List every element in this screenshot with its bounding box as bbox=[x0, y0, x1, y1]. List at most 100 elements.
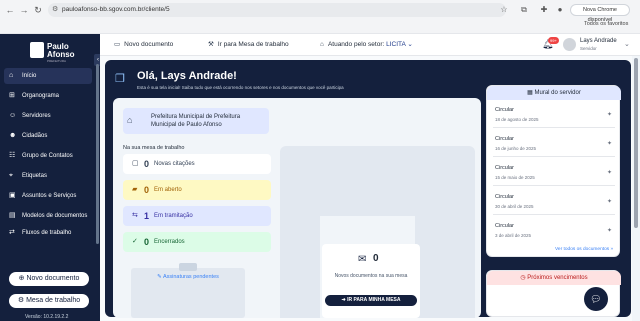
sidebar-item-inicio[interactable]: ⌂ Início bbox=[4, 68, 92, 84]
users-icon: ☺ bbox=[9, 112, 17, 119]
stat-label: Em aberto bbox=[154, 187, 182, 193]
sidebar-item-modelos[interactable]: ▤ Modelos de documentos bbox=[4, 208, 92, 224]
all-bookmarks[interactable]: Todos os favoritos bbox=[584, 21, 628, 27]
stat-label: Novas citações bbox=[154, 161, 195, 167]
pending-signatures-label: Assinaturas pendentes bbox=[162, 274, 219, 280]
mural-item[interactable]: Circular 3 de abril de 2025 ✦ bbox=[493, 220, 615, 244]
sidebar-item-label: Grupo de Contatos bbox=[22, 153, 73, 159]
pin-icon[interactable]: ✦ bbox=[607, 140, 612, 147]
mural-item-title: Circular bbox=[495, 107, 514, 113]
user-menu-chevron-icon[interactable]: ⌄ bbox=[624, 40, 630, 48]
mural-item-date: 16 de junho de 2025 bbox=[495, 146, 537, 151]
star-icon[interactable]: ☆ bbox=[498, 4, 510, 16]
address-bar[interactable]: ⚙ pauloafonso-bb.sgov.com.br/cliente/5 bbox=[48, 3, 506, 17]
sector-selector[interactable]: ⌂ Atuando pelo setor: LICITA ⌄ bbox=[320, 34, 413, 56]
bank-icon: ⌂ bbox=[320, 41, 324, 48]
sidebar-item-label: Cidadãos bbox=[22, 133, 48, 139]
stat-in-progress[interactable]: ⇆ 1 Em tramitação bbox=[123, 206, 271, 226]
sidebar-item-cidadaos[interactable]: ☻ Cidadãos bbox=[4, 128, 92, 144]
user-name[interactable]: Lays Andrade bbox=[580, 38, 617, 44]
clipboard-clip bbox=[179, 263, 197, 271]
forward-icon[interactable]: → bbox=[18, 4, 30, 16]
sector-label: Atuando pelo setor: bbox=[327, 41, 385, 48]
sidebar-item-assuntos[interactable]: ▣ Assuntos e Serviços bbox=[4, 188, 92, 204]
mural-item-date: 15 de maio de 2025 bbox=[495, 175, 535, 180]
mural-item-date: 3 de abril de 2025 bbox=[495, 233, 532, 238]
notification-badge: 99+ bbox=[548, 37, 559, 44]
document-icon: ▤ bbox=[9, 212, 16, 219]
topbar-go-desk[interactable]: ⚒ Ir para Mesa de trabalho bbox=[208, 34, 289, 56]
avatar[interactable] bbox=[563, 38, 576, 51]
sidebar-scrollbar[interactable] bbox=[96, 64, 99, 244]
top-bar: ▭ Novo documento ⚒ Ir para Mesa de trabalh… bbox=[100, 34, 640, 56]
sidebar-item-fluxos[interactable]: ⇄ Fluxos de trabalho bbox=[4, 228, 92, 238]
sidebar-item-label: Assuntos e Serviços bbox=[22, 193, 77, 199]
person-icon: ☻ bbox=[9, 132, 17, 139]
folders-icon: ❐ bbox=[115, 73, 125, 85]
back-icon[interactable]: ← bbox=[4, 4, 16, 16]
mural-item-date: 18 de agosto de 2025 bbox=[495, 117, 539, 122]
puzzle-icon[interactable]: ✚ bbox=[538, 4, 550, 16]
reload-icon[interactable]: ↻ bbox=[32, 4, 44, 16]
mural-item[interactable]: Circular 30 de abril de 2025 ✦ bbox=[493, 191, 615, 215]
new-document-label: Novo documento bbox=[26, 275, 80, 282]
new-document-button[interactable]: ⊕ Novo documento bbox=[9, 272, 89, 286]
logo: Paulo Afonso PREFEITURA bbox=[30, 42, 90, 63]
topbar-new-document[interactable]: ▭ Novo documento bbox=[114, 34, 173, 56]
tag-icon: ⌖ bbox=[9, 172, 13, 179]
mural-item-title: Circular bbox=[495, 136, 514, 142]
new-documents-count: 0 bbox=[373, 253, 379, 264]
new-documents-text: Novos documentos na sua mesa bbox=[334, 273, 408, 279]
browser-toolbar: ← → ↻ ⚙ pauloafonso-bb.sgov.com.br/clien… bbox=[0, 0, 640, 34]
welcome-banner: ❐ Olá, Lays Andrade! Esta é sua tela ini… bbox=[105, 60, 631, 318]
pin-icon[interactable]: ✦ bbox=[607, 227, 612, 234]
sidebar-item-label: Fluxos de trabalho bbox=[22, 230, 72, 236]
version-text: Versão: 10.2.19.2.2 bbox=[25, 314, 69, 320]
extension-icon[interactable]: ⧉ bbox=[518, 4, 530, 16]
logo-name-2: Afonso bbox=[47, 50, 75, 59]
sidebar-item-organograma[interactable]: ⊞ Organograma bbox=[4, 88, 92, 104]
topbar-go-desk-label: Ir para Mesa de trabalho bbox=[217, 41, 289, 48]
site-info-icon[interactable]: ⚙ bbox=[52, 3, 58, 17]
stat-closed[interactable]: ✓ 0 Encerrados bbox=[123, 232, 271, 252]
org-name: Prefeitura Municipal de Prefeitura Munic… bbox=[151, 114, 241, 128]
pin-icon[interactable]: ✦ bbox=[607, 169, 612, 176]
go-to-desk-button[interactable]: ➜ IR PARA MINHA MESA bbox=[325, 295, 417, 306]
mural-item[interactable]: Circular 16 de junho de 2025 ✦ bbox=[493, 133, 615, 157]
main-content: ❐ Olá, Lays Andrade! Esta é sua tela ini… bbox=[100, 56, 640, 321]
mural-title: Mural do servidor bbox=[534, 90, 581, 96]
stat-open[interactable]: ▰ 0 Em aberto bbox=[123, 180, 271, 200]
desk-button[interactable]: ⚙ Mesa de trabalho bbox=[9, 294, 89, 308]
sidebar-item-etiquetas[interactable]: ⌖ Etiquetas bbox=[4, 168, 92, 184]
home-icon: ⌂ bbox=[9, 72, 14, 79]
stat-new-citations[interactable]: ▢ 0 Novas citações bbox=[123, 154, 271, 174]
page-scrollbar-thumb[interactable] bbox=[634, 58, 638, 228]
topbar-new-doc-label: Novo documento bbox=[124, 41, 174, 48]
sitemap-icon: ⊞ bbox=[9, 92, 15, 99]
briefcase-icon: ▣ bbox=[9, 192, 16, 199]
stat-label: Em tramitação bbox=[154, 213, 193, 219]
welcome-subtitle: Esta é sua tela inicial! Saiba tudo que … bbox=[137, 85, 344, 90]
transfer-icon: ⇆ bbox=[132, 212, 138, 219]
hammer-icon: ⚒ bbox=[208, 41, 214, 48]
mural-item-title: Circular bbox=[495, 223, 514, 229]
mural-item[interactable]: Circular 15 de maio de 2025 ✦ bbox=[493, 162, 615, 186]
welcome-title: Olá, Lays Andrade! bbox=[137, 70, 237, 82]
mural-item-title: Circular bbox=[495, 194, 514, 200]
stat-number: 0 bbox=[144, 159, 150, 169]
org-card[interactable]: ⌂ Prefeitura Municipal de Prefeitura Mun… bbox=[123, 108, 269, 134]
sidebar: Paulo Afonso PREFEITURA ‹ ⌂ Início ⊞ Org… bbox=[0, 34, 102, 321]
sidebar-item-grupo-contatos[interactable]: ☷ Grupo de Contatos bbox=[4, 148, 92, 164]
pin-icon[interactable]: ✦ bbox=[607, 198, 612, 205]
pending-signatures-card[interactable]: ✎ Assinaturas pendentes bbox=[131, 263, 245, 318]
sidebar-item-label: Início bbox=[22, 73, 37, 79]
view-all-documents-link[interactable]: Ver todos os documentos » bbox=[555, 247, 613, 252]
sidebar-item-servidores[interactable]: ☺ Servidores bbox=[4, 108, 92, 124]
chat-bubble-icon[interactable]: 💬︎ bbox=[584, 287, 608, 311]
chrome-update-button[interactable]: Nova Chrome disponível bbox=[570, 4, 630, 23]
profile-icon[interactable]: ● bbox=[554, 4, 566, 16]
pin-icon[interactable]: ✦ bbox=[607, 111, 612, 118]
new-document-icon: ▭ bbox=[114, 41, 121, 48]
mural-item[interactable]: Circular 18 de agosto de 2025 ✦ bbox=[493, 104, 615, 128]
mural-panel: ▦ Mural do servidor Circular 18 de agost… bbox=[486, 85, 621, 257]
